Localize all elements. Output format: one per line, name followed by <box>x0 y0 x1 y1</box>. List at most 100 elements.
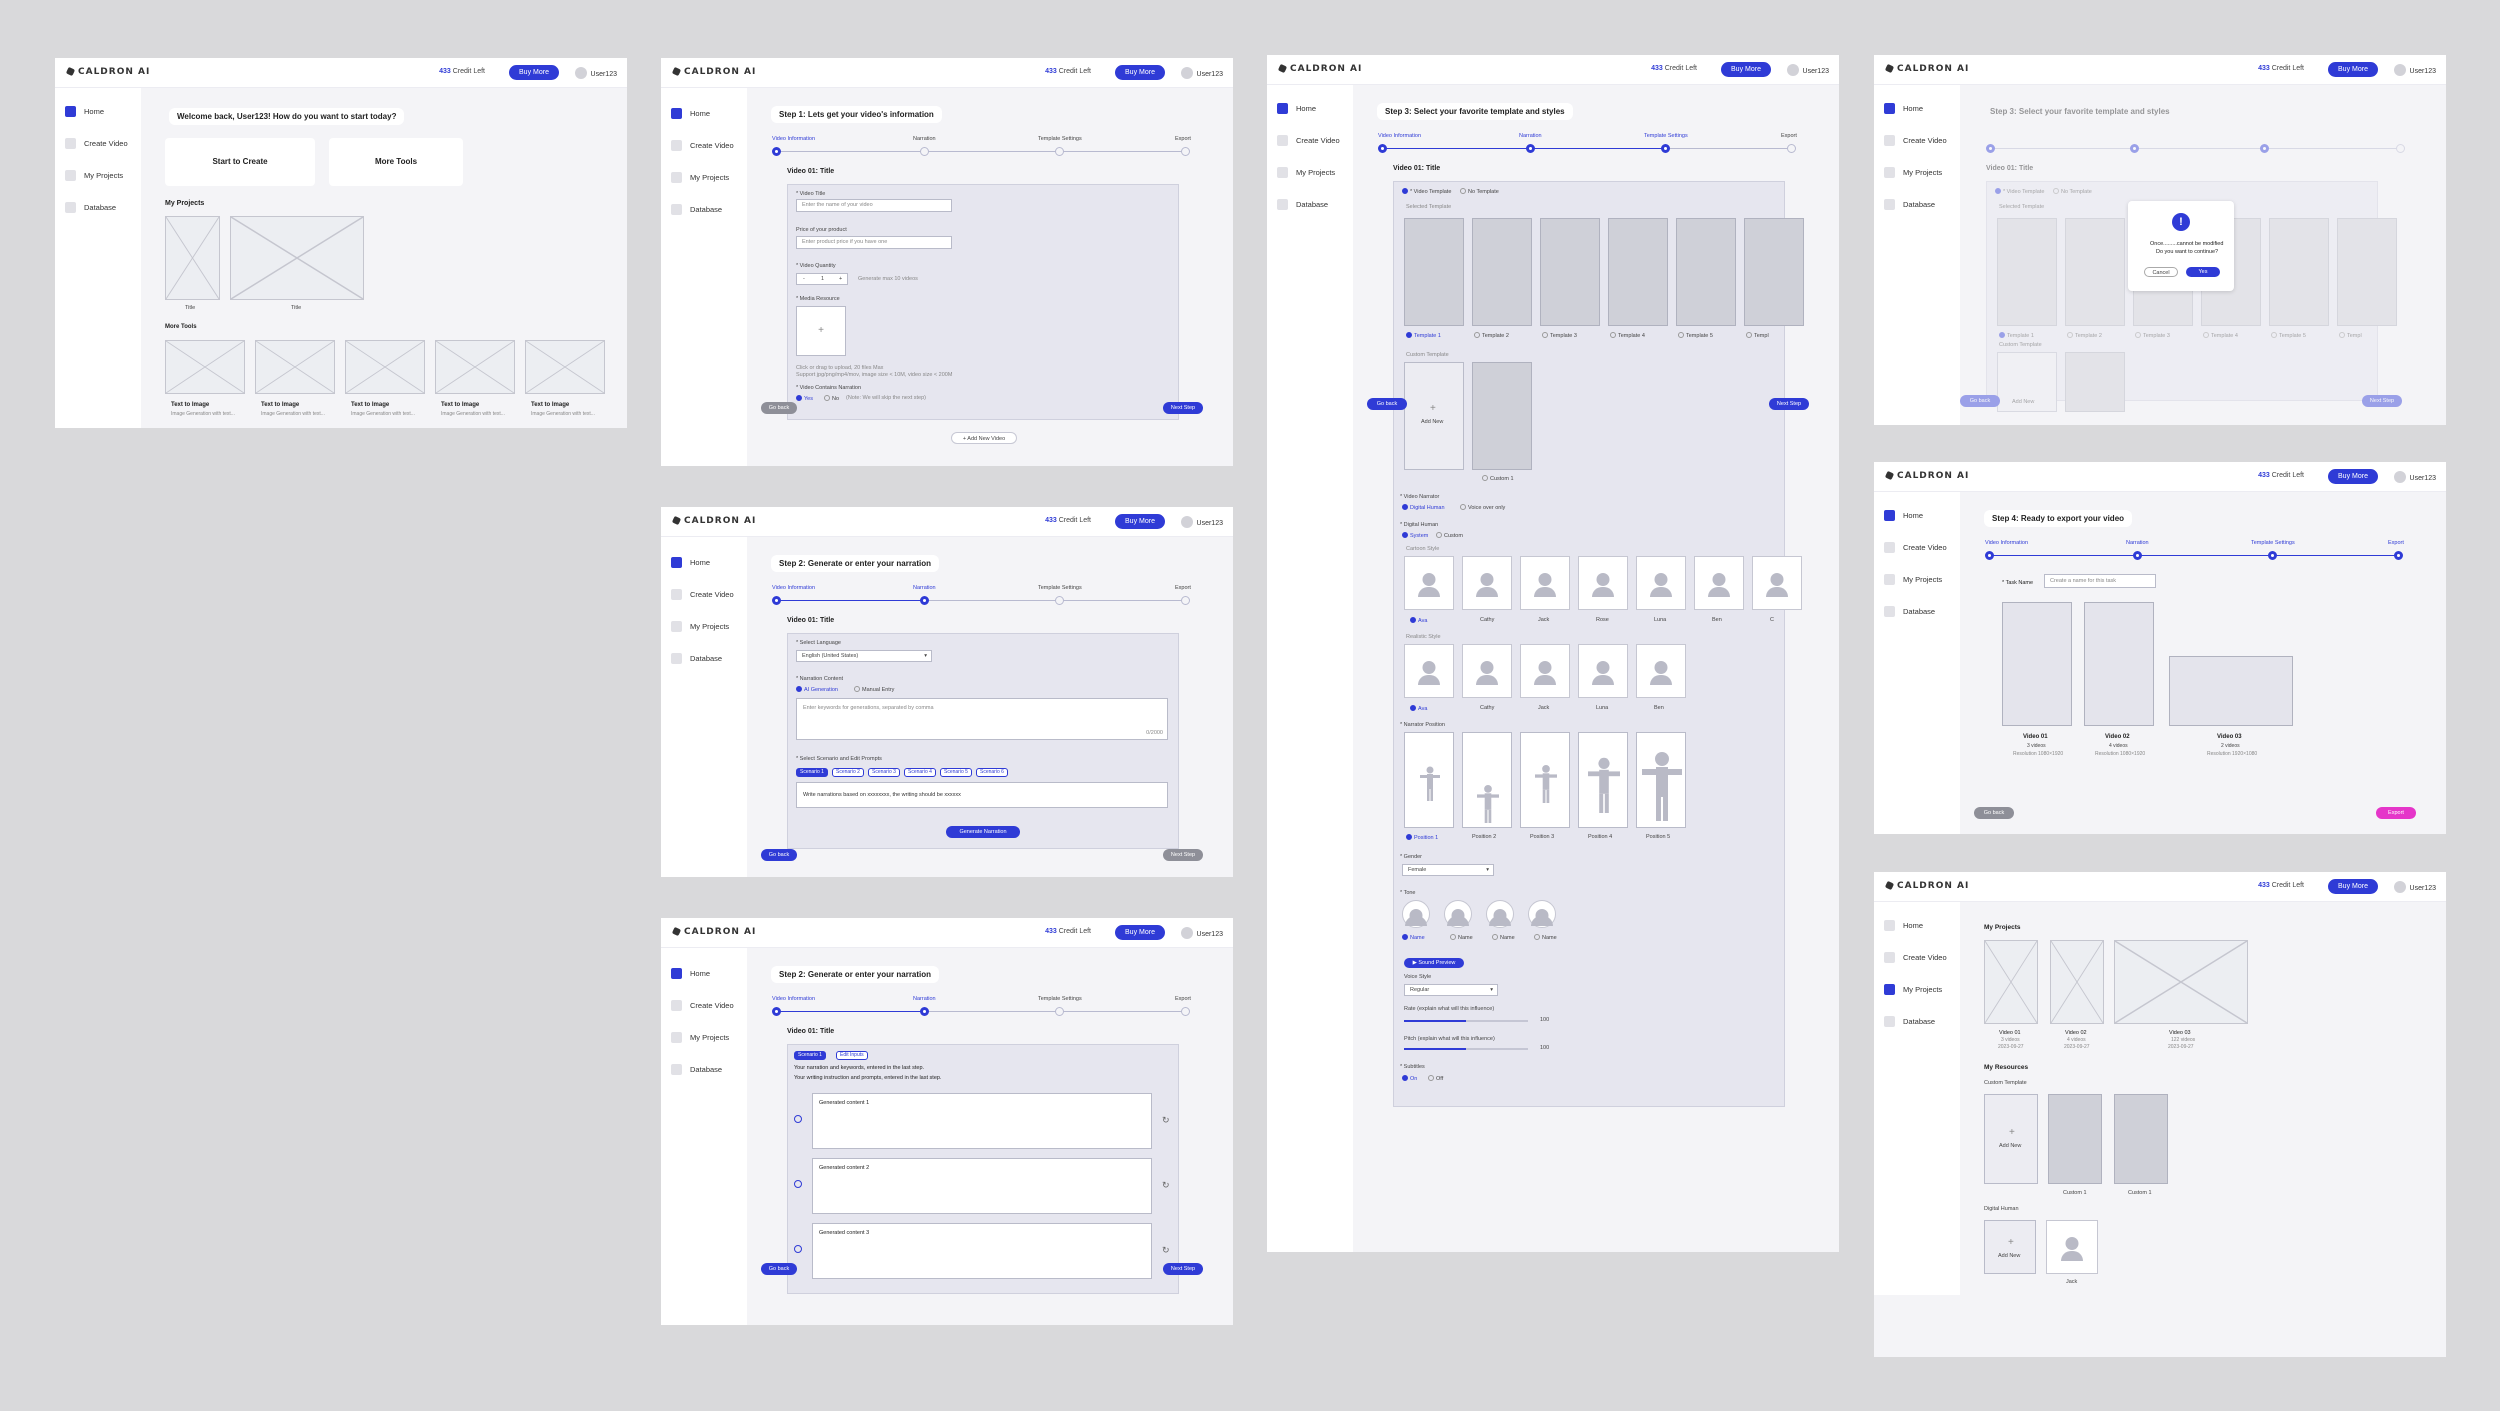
edit-inputs-button[interactable]: Edit Inputs <box>836 1051 868 1060</box>
nav-home[interactable]: Home <box>1884 510 1923 522</box>
nav-my-projects[interactable]: My Projects <box>1884 984 1942 996</box>
nav-home[interactable]: Home <box>671 108 710 120</box>
voice-style-select[interactable]: Regular ▾ <box>1404 984 1498 996</box>
scenario-tab[interactable]: Scenario 1 <box>796 768 828 777</box>
project-thumbnail[interactable] <box>1984 940 2038 1024</box>
avatar[interactable] <box>1578 556 1628 610</box>
nav-create-video[interactable]: Create Video <box>1884 542 1947 554</box>
user-menu[interactable]: User123 <box>1181 927 1223 939</box>
nav-database[interactable]: Database <box>1884 199 1935 211</box>
scenario-tab[interactable]: Scenario 1 <box>794 1051 826 1060</box>
price-input[interactable]: Enter product price if you have one <box>796 236 952 249</box>
avatar-name[interactable]: C <box>1770 617 1774 623</box>
go-back-button[interactable]: Go back <box>761 849 797 861</box>
nav-my-projects[interactable]: My Projects <box>1884 167 1942 179</box>
avatar[interactable] <box>1752 556 1802 610</box>
keywords-textarea[interactable]: Enter keywords for generations, separate… <box>796 698 1168 740</box>
export-video-thumb[interactable] <box>2169 656 2293 726</box>
nav-my-projects[interactable]: My Projects <box>1277 167 1335 179</box>
task-name-input[interactable]: Create a name for this task <box>2044 574 2156 588</box>
avatar-name[interactable]: Jack <box>1538 617 1549 623</box>
template-radio[interactable]: Templ <box>1746 332 1769 339</box>
upload-dropzone[interactable]: + <box>796 306 846 356</box>
video-title-input[interactable]: Enter the name of your video <box>796 199 952 212</box>
video-template-radio[interactable]: * Video Template <box>1995 188 2044 195</box>
buy-more-button[interactable]: Buy More <box>1115 925 1165 940</box>
avatar[interactable] <box>1636 644 1686 698</box>
avatar-name[interactable]: Ava <box>1410 705 1427 712</box>
nav-database[interactable]: Database <box>1277 199 1328 211</box>
template-thumb[interactable] <box>2269 218 2329 326</box>
scenario-tab[interactable]: Scenario 5 <box>940 768 972 777</box>
template-radio[interactable]: Template 1 <box>1406 332 1441 339</box>
select-radio[interactable] <box>794 1245 802 1253</box>
nav-my-projects[interactable]: My Projects <box>671 1032 729 1044</box>
nav-home[interactable]: Home <box>671 968 710 980</box>
user-menu[interactable]: User123 <box>2394 64 2436 76</box>
no-template-radio[interactable]: No Template <box>2053 188 2092 195</box>
avatar-name[interactable]: Luna <box>1596 705 1608 711</box>
go-back-button[interactable]: Go back <box>1974 807 2014 819</box>
buy-more-button[interactable]: Buy More <box>1115 65 1165 80</box>
add-new-template-button[interactable]: Add New <box>1997 352 2057 412</box>
buy-more-button[interactable]: Buy More <box>1115 514 1165 529</box>
nav-database[interactable]: Database <box>671 1064 722 1076</box>
nav-create-video[interactable]: Create Video <box>1277 135 1340 147</box>
go-back-button[interactable]: Go back <box>761 402 797 414</box>
avatar[interactable] <box>1520 644 1570 698</box>
pitch-slider[interactable] <box>1404 1048 1528 1050</box>
template-thumb[interactable] <box>1472 218 1532 326</box>
subtitles-off-radio[interactable]: Off <box>1428 1075 1443 1082</box>
rate-slider[interactable] <box>1404 1020 1528 1022</box>
add-new-template-button[interactable]: + Add New <box>1984 1094 2038 1184</box>
nav-database[interactable]: Database <box>1884 1016 1935 1028</box>
digital-human-radio[interactable]: Digital Human <box>1402 504 1445 511</box>
avatar[interactable] <box>1694 556 1744 610</box>
avatar-name[interactable]: Cathy <box>1480 705 1494 711</box>
template-thumb[interactable] <box>1540 218 1600 326</box>
avatar[interactable] <box>1404 556 1454 610</box>
tool-thumbnail[interactable] <box>165 340 245 394</box>
nav-home[interactable]: Home <box>65 106 104 118</box>
manual-entry-radio[interactable]: Manual Entry <box>854 686 894 693</box>
template-radio[interactable]: Template 1 <box>1999 332 2034 339</box>
template-radio[interactable]: Template 2 <box>2067 332 2102 339</box>
tool-thumbnail[interactable] <box>525 340 605 394</box>
avatar-name[interactable]: Ben <box>1712 617 1722 623</box>
nav-my-projects[interactable]: My Projects <box>65 170 123 182</box>
tone-avatar[interactable] <box>1444 900 1472 928</box>
tone-avatar[interactable] <box>1402 900 1430 928</box>
position-label[interactable]: Position 1 <box>1406 834 1438 841</box>
tone-avatar[interactable] <box>1486 900 1514 928</box>
scenario-tab[interactable]: Scenario 2 <box>832 768 864 777</box>
go-back-button[interactable]: Go back <box>761 1263 797 1275</box>
nav-database[interactable]: Database <box>671 204 722 216</box>
template-radio[interactable]: Template 4 <box>1610 332 1645 339</box>
position-option[interactable] <box>1520 732 1570 828</box>
custom-radio[interactable]: Custom <box>1436 532 1463 539</box>
user-menu[interactable]: User123 <box>1181 516 1223 528</box>
template-radio[interactable]: Template 5 <box>1678 332 1713 339</box>
template-radio[interactable]: Template 2 <box>1474 332 1509 339</box>
scenario-tab[interactable]: Scenario 3 <box>868 768 900 777</box>
nav-create-video[interactable]: Create Video <box>1884 135 1947 147</box>
buy-more-button[interactable]: Buy More <box>1721 62 1771 77</box>
project-thumbnail[interactable] <box>230 216 364 300</box>
subtitles-on-radio[interactable]: On <box>1402 1075 1417 1082</box>
tone-name[interactable]: Name <box>1450 934 1473 941</box>
position-label[interactable]: Position 4 <box>1588 834 1612 840</box>
next-step-button[interactable]: Next Step <box>1769 398 1809 410</box>
custom-template-thumb[interactable] <box>2048 1094 2102 1184</box>
nav-database[interactable]: Database <box>671 653 722 665</box>
generated-content-box[interactable]: Generated content 1 <box>812 1093 1152 1149</box>
position-option[interactable] <box>1404 732 1454 828</box>
more-tools-card[interactable]: More Tools <box>329 138 463 186</box>
generate-narration-button[interactable]: Generate Narration <box>946 826 1020 838</box>
nav-home[interactable]: Home <box>1884 103 1923 115</box>
next-step-button[interactable]: Next Step <box>1163 402 1203 414</box>
tone-name[interactable]: Name <box>1492 934 1515 941</box>
user-menu[interactable]: User123 <box>1181 67 1223 79</box>
generated-content-box[interactable]: Generated content 3 <box>812 1223 1152 1279</box>
template-thumb[interactable] <box>1404 218 1464 326</box>
scenario-tab[interactable]: Scenario 6 <box>976 768 1008 777</box>
